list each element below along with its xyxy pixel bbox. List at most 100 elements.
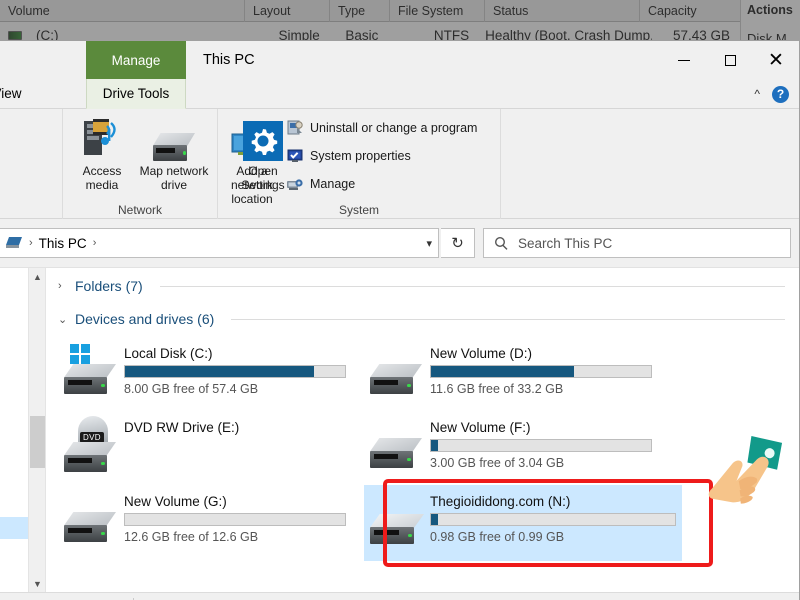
drive-tile-f[interactable]: New Volume (F:) 3.00 GB free of 3.04 GB	[364, 411, 658, 483]
ribbon: ename	[0, 109, 799, 219]
collapse-ribbon-icon[interactable]: ^	[754, 87, 760, 101]
drive-glyph	[370, 438, 422, 468]
local-disk-icon	[64, 342, 124, 398]
column-header-capacity[interactable]: Capacity	[640, 0, 740, 22]
drive-glyph	[370, 364, 422, 394]
drive-capacity-text: 12.6 GB free of 12.6 GB	[124, 530, 259, 544]
help-button[interactable]: ?	[772, 85, 789, 103]
windows-logo-icon	[70, 344, 90, 364]
tab-view[interactable]: View	[0, 79, 33, 109]
column-header-layout[interactable]: Layout	[245, 0, 330, 22]
map-network-drive-label: Map network drive	[139, 164, 209, 192]
close-button[interactable]: ✕	[753, 41, 799, 79]
ribbon-right-controls: ^ ?	[754, 79, 795, 109]
maximize-button[interactable]	[707, 41, 753, 79]
volume-icon	[8, 30, 22, 40]
drive-name: DVD RW Drive (E:)	[124, 420, 240, 435]
contextual-tab-group-label: Manage	[86, 41, 186, 79]
disk-management-column-headers: Volume Layout Type File System Status Ca…	[0, 0, 740, 22]
uninstall-program-button[interactable]: Uninstall or change a program	[286, 119, 477, 137]
drive-name: Local Disk (C:)	[124, 346, 213, 361]
system-group-label: System	[338, 203, 379, 217]
drive-info: Local Disk (C:) 8.00 GB free of 57.4 GB	[124, 342, 346, 396]
view-buttons	[745, 593, 791, 600]
search-box[interactable]: Search This PC	[483, 228, 791, 258]
tab-drive-tools[interactable]: Drive Tools	[86, 79, 186, 109]
drive-tile-d[interactable]: New Volume (D:) 11.6 GB free of 33.2 GB	[364, 337, 658, 409]
window-controls: ✕	[661, 41, 799, 79]
search-icon	[494, 236, 508, 250]
nav-item-documents[interactable]: mes	[0, 440, 28, 463]
nav-item-selected[interactable]	[0, 517, 28, 539]
drive-glyph	[64, 512, 116, 542]
search-input[interactable]: Search This PC	[518, 236, 612, 251]
drive-info: DVD RW Drive (E:)	[124, 416, 346, 439]
breadcrumb-separator-2[interactable]: ›	[93, 237, 97, 249]
maximize-icon	[724, 54, 736, 66]
group-header-folders[interactable]: › Folders (7)	[46, 271, 799, 296]
scrollbar-thumb[interactable]	[30, 416, 45, 468]
access-media-label: Access media	[82, 164, 122, 192]
usb-drive-icon	[370, 490, 430, 546]
minimize-button[interactable]	[661, 41, 707, 79]
drive-tile-e[interactable]: DVD DVD RW Drive (E:)	[58, 411, 352, 483]
drive-capacity-text: 0.98 GB free of 0.99 GB	[430, 530, 565, 544]
group-divider	[159, 285, 785, 287]
drive-name: Thegioididong.com (N:)	[430, 494, 571, 509]
drive-glyph	[153, 133, 195, 161]
system-properties-button[interactable]: System properties	[286, 147, 411, 165]
close-icon: ✕	[768, 49, 784, 71]
drive-tile-g[interactable]: New Volume (G:) 12.6 GB free of 12.6 GB	[58, 485, 352, 557]
scroll-down-icon[interactable]: ▼	[29, 575, 46, 592]
content-pane: mes ▲ ▼ › Folders (7) ⌄ Devices and driv…	[0, 267, 799, 592]
drive-info: New Volume (F:) 3.00 GB free of 3.04 GB	[430, 416, 652, 470]
capacity-bar	[124, 365, 346, 378]
drive-info: New Volume (G:) 12.6 GB free of 12.6 GB	[124, 490, 346, 544]
drive-name: New Volume (F:)	[430, 420, 531, 435]
vertical-scrollbar[interactable]: ▲ ▼	[29, 268, 46, 592]
drive-capacity-text: 8.00 GB free of 57.4 GB	[124, 382, 259, 396]
manage-computer-icon	[286, 175, 304, 193]
system-properties-label: System properties	[310, 149, 411, 163]
column-header-type[interactable]: Type	[330, 0, 390, 22]
ribbon-group-system: Open Settings Uninstall or change a prog…	[218, 109, 501, 219]
scroll-up-icon[interactable]: ▲	[29, 268, 46, 285]
network-group-label: Network	[117, 203, 162, 217]
navigation-pane: mes	[0, 268, 29, 592]
access-media-button[interactable]: Access media	[65, 115, 139, 192]
chevron-right-icon[interactable]: ›	[58, 280, 68, 292]
capacity-bar-fill	[431, 440, 438, 451]
address-bar[interactable]: › This PC › ▾	[0, 228, 439, 258]
drive-icon	[370, 416, 430, 472]
refresh-button[interactable]: ↻	[441, 228, 475, 258]
drive-tile-n[interactable]: Thegioididong.com (N:) 0.98 GB free of 0…	[364, 485, 682, 561]
column-header-volume[interactable]: Volume	[0, 0, 245, 22]
pointing-hand-cursor	[694, 434, 798, 534]
group-header-devices[interactable]: ⌄ Devices and drives (6)	[46, 304, 799, 329]
drive-icon	[370, 342, 430, 398]
chevron-down-icon[interactable]: ▾	[418, 237, 432, 250]
group-header-folders-label: Folders (7)	[75, 278, 143, 294]
capacity-bar	[430, 439, 652, 452]
breadcrumb[interactable]: This PC	[39, 236, 87, 251]
window-title: This PC	[203, 52, 255, 68]
chevron-down-icon[interactable]: ⌄	[58, 313, 68, 326]
map-network-drive-icon	[137, 115, 211, 161]
capacity-bar-fill	[431, 366, 574, 377]
column-header-status[interactable]: Status	[485, 0, 640, 22]
breadcrumb-separator: ›	[29, 237, 33, 249]
status-bar: n selected	[0, 592, 799, 600]
ribbon-group-organize: ename	[0, 109, 63, 219]
this-pc-icon	[6, 237, 22, 248]
media-server-icon	[65, 115, 139, 161]
file-list: › Folders (7) ⌄ Devices and drives (6) L…	[46, 268, 799, 592]
minimize-icon	[678, 59, 690, 61]
map-network-drive-button[interactable]: Map network drive	[137, 115, 211, 192]
drive-tile-c[interactable]: Local Disk (C:) 8.00 GB free of 57.4 GB	[58, 337, 352, 409]
manage-button[interactable]: Manage	[286, 175, 355, 193]
drive-glyph	[64, 364, 116, 394]
column-header-file-system[interactable]: File System	[390, 0, 485, 22]
ribbon-group-network: Access media Map network drive Add a net…	[63, 109, 273, 219]
group-divider	[231, 318, 785, 320]
drive-capacity-text: 3.00 GB free of 3.04 GB	[430, 456, 565, 470]
